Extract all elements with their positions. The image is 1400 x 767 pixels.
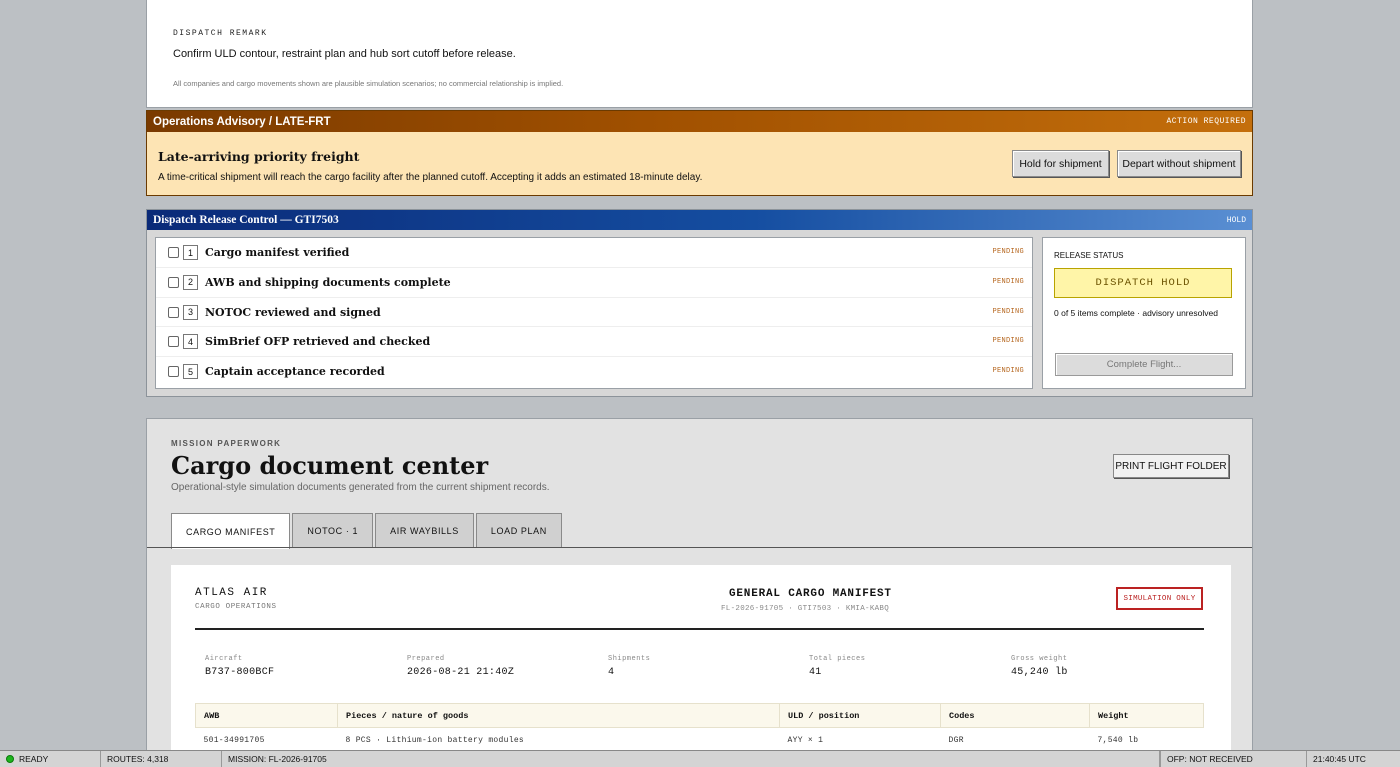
docs-title: Cargo document center: [171, 451, 489, 480]
operations-advisory: Operations Advisory / LATE-FRT ACTION RE…: [146, 110, 1253, 196]
release-header: Dispatch Release Control — GTI7503 HOLD: [147, 210, 1252, 230]
checklist-number: 3: [183, 304, 198, 320]
tab-air-waybills[interactable]: AIR WAYBILLS: [375, 513, 474, 548]
document-tabs: CARGO MANIFEST NOTOC · 1 AIR WAYBILLS LO…: [171, 513, 562, 549]
status-ready: READY: [0, 751, 101, 767]
cargo-document-center: MISSION PAPERWORK Cargo document center …: [146, 418, 1253, 765]
checklist-status: PENDING: [992, 248, 1024, 256]
advisory-body: A time-critical shipment will reach the …: [158, 172, 703, 183]
release-status-label: RELEASE STATUS: [1054, 251, 1124, 260]
hold-for-shipment-button[interactable]: Hold for shipment: [1012, 150, 1109, 177]
advisory-heading: Late-arriving priority freight: [158, 149, 360, 164]
manifest-table: AWB Pieces / nature of goods ULD / posit…: [195, 703, 1204, 754]
checklist-status: PENDING: [992, 307, 1024, 316]
checklist-label: NOTOC reviewed and signed: [205, 305, 381, 319]
status-led-icon: [6, 755, 14, 763]
manifest-sheet: ATLAS AIR CARGO OPERATIONS GENERAL CARGO…: [171, 565, 1231, 765]
field-value-gross-weight: 45,240 lb: [1011, 667, 1068, 678]
field-value-shipments: 4: [608, 667, 615, 678]
manifest-rule: [195, 628, 1204, 630]
docs-subtitle: Operational-style simulation documents g…: [171, 482, 550, 493]
table-header-row: AWB Pieces / nature of goods ULD / posit…: [195, 703, 1204, 728]
remark-disclaimer: All companies and cargo movements shown …: [173, 79, 564, 88]
checklist-item: 2 AWB and shipping documents complete PE…: [156, 268, 1032, 298]
dispatch-remark-panel: DISPATCH REMARK Confirm ULD contour, res…: [146, 0, 1253, 108]
column-header: Pieces / nature of goods: [337, 703, 780, 728]
checklist-status: PENDING: [992, 277, 1024, 286]
column-header: Codes: [940, 703, 1090, 728]
advisory-title: Operations Advisory / LATE-FRT: [153, 115, 331, 128]
field-label-aircraft: Aircraft: [205, 655, 243, 663]
dispatch-release-control: Dispatch Release Control — GTI7503 HOLD …: [146, 209, 1253, 397]
remark-label: DISPATCH REMARK: [173, 29, 268, 38]
checklist-label: AWB and shipping documents complete: [205, 275, 451, 289]
field-label-shipments: Shipments: [608, 655, 651, 663]
manifest-company-sub: CARGO OPERATIONS: [195, 603, 277, 611]
checklist-checkbox[interactable]: [168, 276, 179, 288]
manifest-doc-title: GENERAL CARGO MANIFEST: [729, 588, 892, 600]
column-header: AWB: [195, 703, 338, 728]
tab-load-plan[interactable]: LOAD PLAN: [475, 513, 562, 548]
status-mission: MISSION: FL-2026-91705: [222, 751, 1160, 767]
simulation-only-stamp: SIMULATION ONLY: [1116, 587, 1203, 610]
release-title: Dispatch Release Control — GTI7503: [153, 214, 339, 226]
checklist-checkbox[interactable]: [168, 336, 179, 348]
tab-cargo-manifest[interactable]: CARGO MANIFEST: [171, 513, 291, 549]
checklist-label: Captain acceptance recorded: [205, 365, 385, 379]
field-value-aircraft: B737-800BCF: [205, 667, 275, 678]
checklist-label: Cargo manifest verified: [205, 246, 350, 259]
checklist-status: PENDING: [992, 367, 1024, 376]
status-ofp: OFP: NOT RECEIVED: [1160, 751, 1307, 767]
checklist-item: 1 Cargo manifest verified PENDING: [156, 238, 1032, 268]
checklist-item: 4 SimBrief OFP retrieved and checked PEN…: [156, 327, 1032, 358]
checklist-label: SimBrief OFP retrieved and checked: [205, 335, 431, 349]
tab-divider: [147, 547, 1252, 548]
docs-kicker: MISSION PAPERWORK: [171, 439, 282, 448]
release-summary: 0 of 5 items complete · advisory unresol…: [1054, 308, 1218, 318]
checklist-checkbox[interactable]: [168, 247, 179, 258]
column-header: Weight: [1089, 703, 1204, 728]
checklist-number: 5: [183, 364, 198, 380]
release-checklist: 1 Cargo manifest verified PENDING 2 AWB …: [155, 237, 1033, 389]
checklist-item: 5 Captain acceptance recorded PENDING: [156, 357, 1032, 387]
release-state-badge: HOLD: [1226, 215, 1246, 225]
status-ready-label: READY: [19, 754, 49, 764]
remark-text: Confirm ULD contour, restraint plan and …: [173, 48, 516, 60]
tab-notoc[interactable]: NOTOC · 1: [292, 513, 374, 548]
field-value-prepared: 2026-08-21 21:40Z: [407, 667, 515, 678]
advisory-header: Operations Advisory / LATE-FRT ACTION RE…: [147, 111, 1252, 132]
manifest-doc-ref: FL-2026-91705 · GTI7503 · KMIA-KABQ: [721, 605, 890, 613]
field-label-total-pieces: Total pieces: [809, 655, 866, 663]
complete-flight-button[interactable]: Complete Flight...: [1055, 353, 1233, 376]
status-clock: 21:40:45 UTC: [1313, 754, 1366, 764]
release-status-panel: RELEASE STATUS DISPATCH HOLD 0 of 5 item…: [1042, 237, 1246, 389]
checklist-number: 1: [183, 245, 198, 260]
field-value-total-pieces: 41: [809, 667, 822, 678]
checklist-checkbox[interactable]: [168, 306, 179, 318]
manifest-company: ATLAS AIR: [195, 587, 268, 599]
checklist-number: 4: [183, 334, 198, 350]
advisory-status-badge: ACTION REQUIRED: [1166, 117, 1246, 126]
checklist-item: 3 NOTOC reviewed and signed PENDING: [156, 298, 1032, 328]
checklist-checkbox[interactable]: [168, 366, 179, 378]
status-bar: READY ROUTES: 4,318 MISSION: FL-2026-917…: [0, 750, 1400, 767]
print-flight-folder-button[interactable]: PRINT FLIGHT FOLDER: [1113, 454, 1229, 478]
depart-without-shipment-button[interactable]: Depart without shipment: [1117, 150, 1241, 177]
checklist-status: PENDING: [992, 337, 1024, 346]
field-label-gross-weight: Gross weight: [1011, 655, 1068, 663]
dispatch-hold-badge: DISPATCH HOLD: [1054, 268, 1232, 298]
checklist-number: 2: [183, 274, 198, 290]
status-routes: ROUTES: 4,318: [101, 751, 222, 767]
column-header: ULD / position: [779, 703, 941, 728]
field-label-prepared: Prepared: [407, 655, 445, 663]
